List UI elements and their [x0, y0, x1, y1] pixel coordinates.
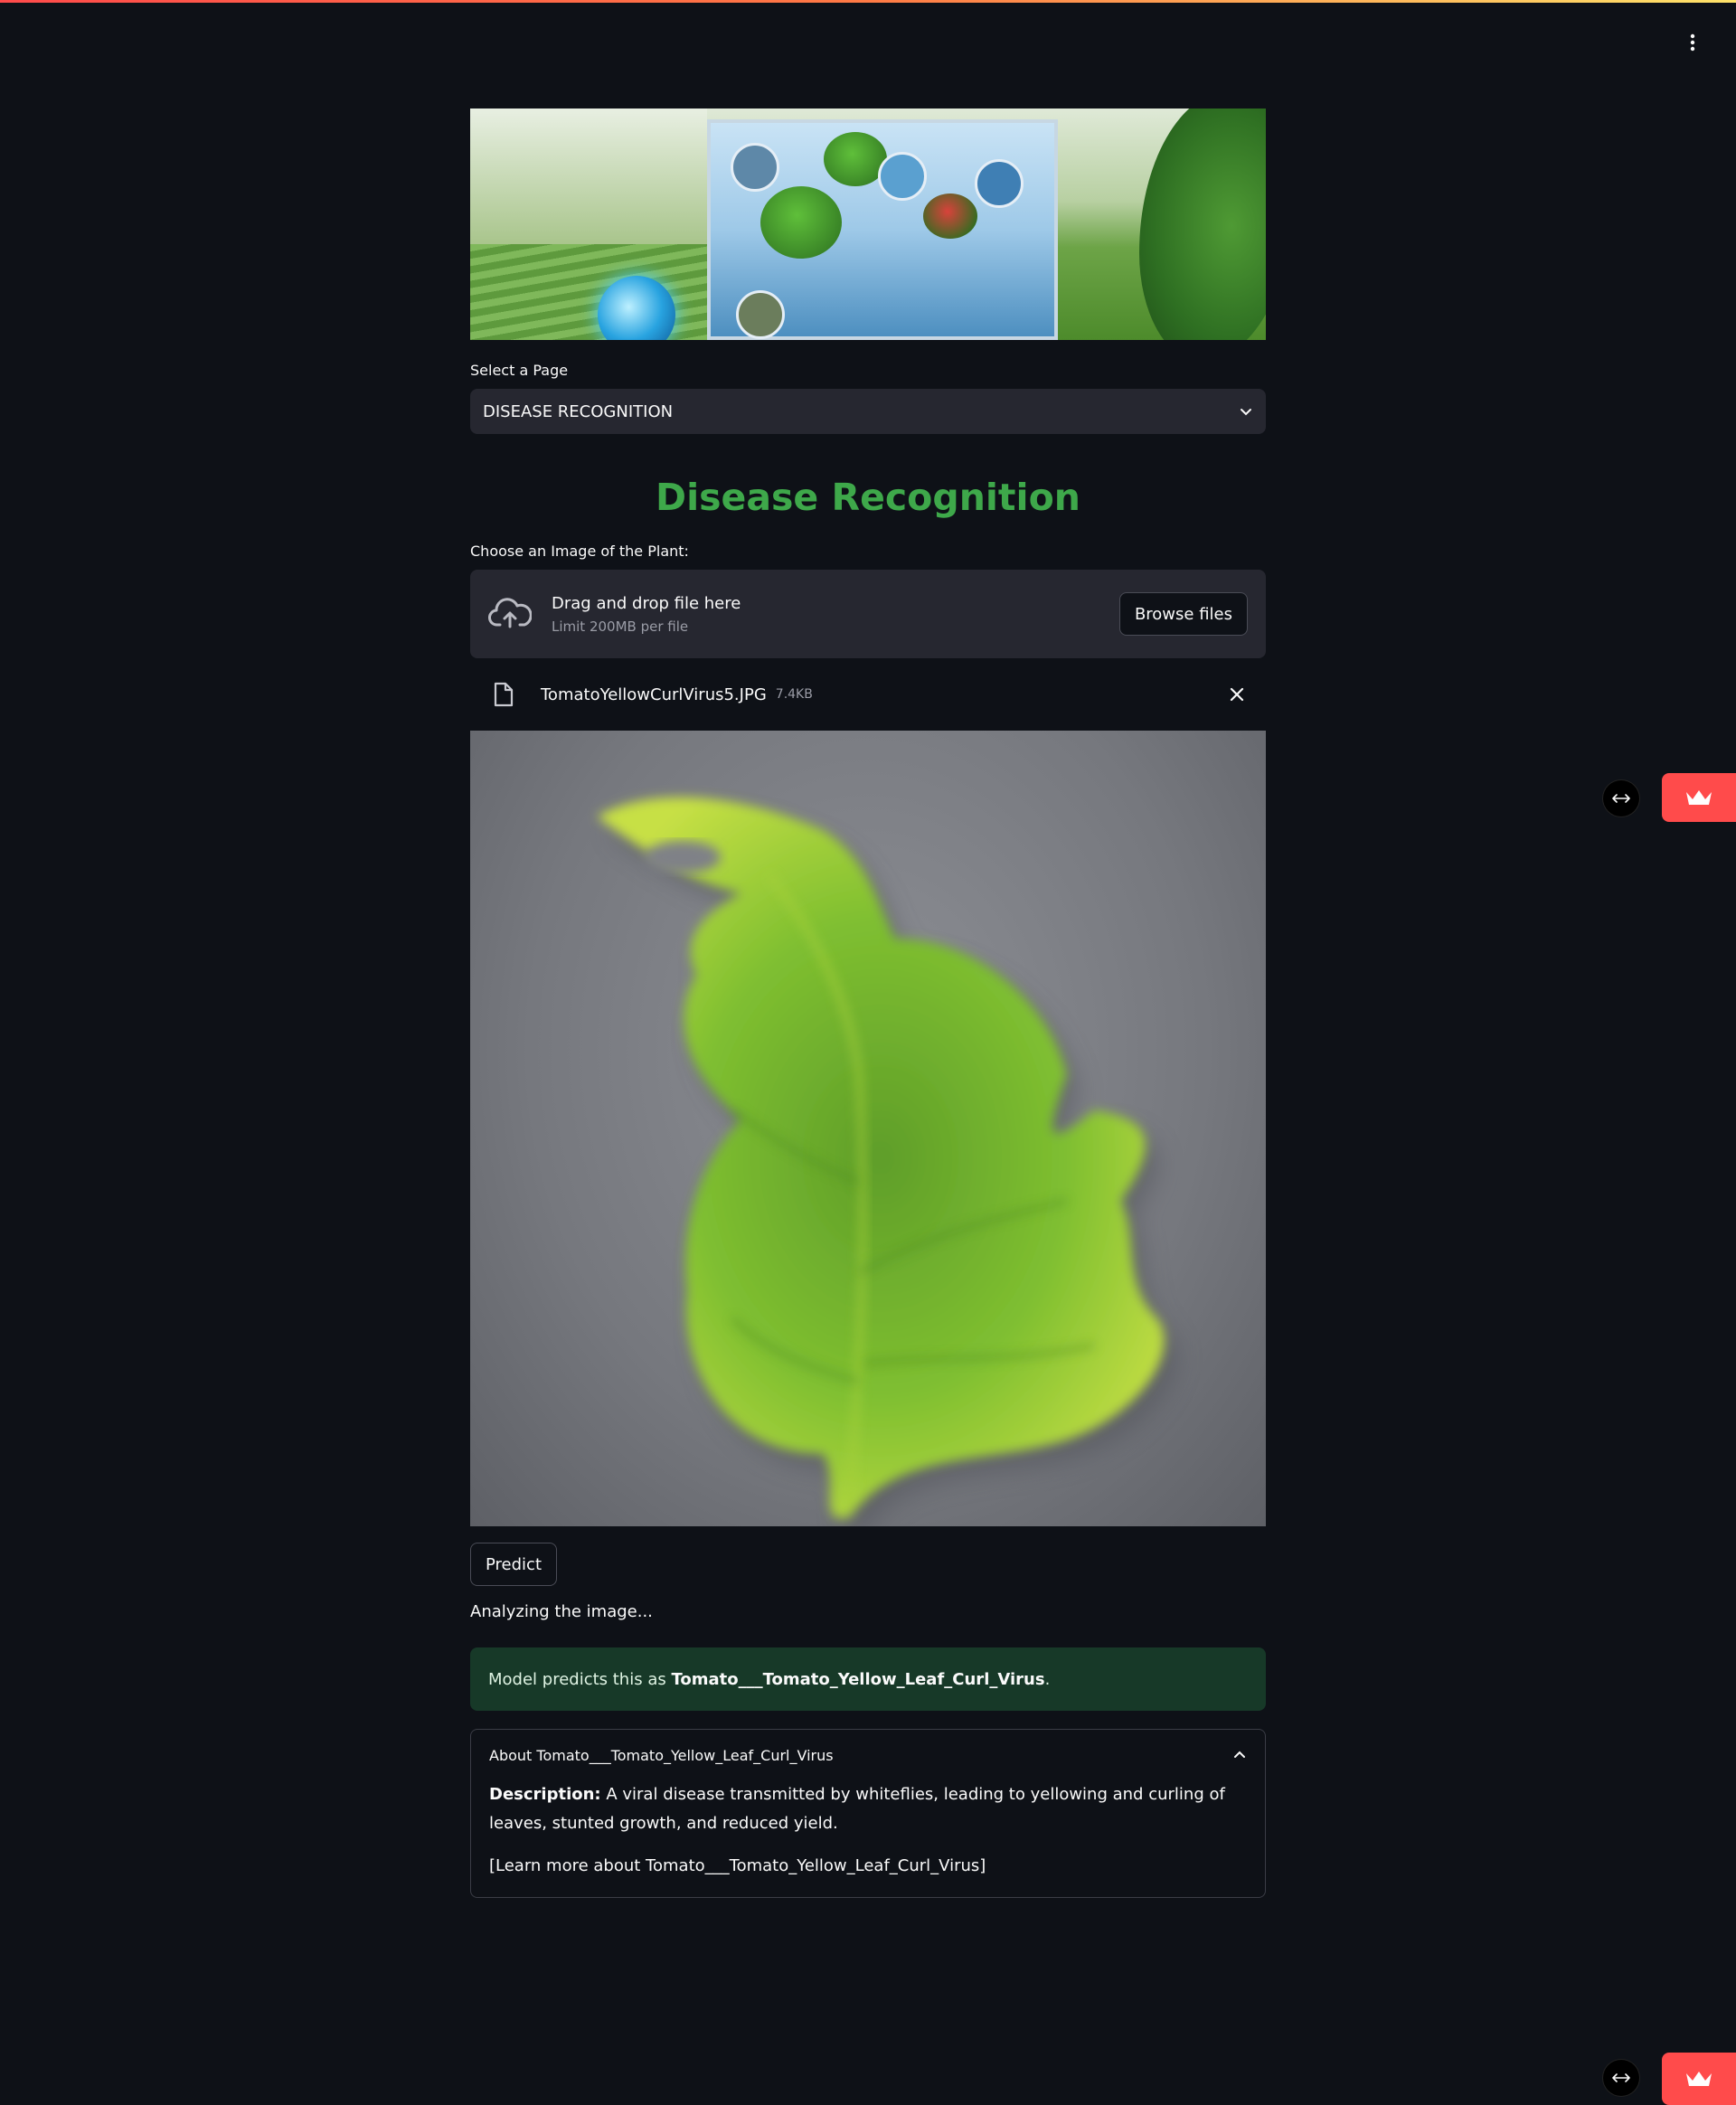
disease-info-expander: About Tomato___Tomato_Yellow_Leaf_Curl_V…	[470, 1729, 1266, 1898]
result-prefix: Model predicts this as	[488, 1669, 672, 1689]
expand-width-button[interactable]	[1603, 780, 1639, 817]
prediction-result-alert: Model predicts this as Tomato___Tomato_Y…	[470, 1647, 1266, 1711]
chevron-down-icon	[1241, 409, 1251, 416]
resize-arrows-icon	[1612, 2073, 1630, 2082]
page-select-label: Select a Page	[470, 362, 569, 379]
banner-screen	[707, 119, 1058, 340]
predict-button[interactable]: Predict	[470, 1543, 557, 1586]
learn-more-link[interactable]: [Learn more about Tomato___Tomato_Yellow…	[489, 1856, 1247, 1875]
page-select-dropdown[interactable]: DISEASE RECOGNITION	[470, 389, 1266, 434]
crown-icon	[1686, 2072, 1712, 2086]
kebab-menu-icon	[1690, 33, 1695, 52]
uploaded-leaf-image	[470, 731, 1266, 1526]
expander-title: About Tomato___Tomato_Yellow_Leaf_Curl_V…	[489, 1746, 834, 1764]
cloud-upload-icon	[488, 598, 532, 628]
page-title: Disease Recognition	[656, 476, 1080, 519]
browse-files-button[interactable]: Browse files	[1118, 592, 1248, 636]
close-icon	[1230, 687, 1244, 702]
uploaded-file-row: TomatoYellowCurlVirus5.JPG 7.4KB	[470, 658, 1266, 731]
main-content: Select a Page DISEASE RECOGNITION Diseas…	[470, 109, 1266, 1898]
resize-arrows-icon	[1612, 794, 1630, 803]
streamlit-cloud-badge[interactable]	[1662, 773, 1736, 822]
expander-header[interactable]: About Tomato___Tomato_Yellow_Leaf_Curl_V…	[489, 1730, 1247, 1780]
description-label: Description:	[489, 1785, 601, 1804]
chevron-up-icon	[1234, 1751, 1245, 1758]
remove-file-button[interactable]	[1224, 682, 1250, 707]
main-menu-button[interactable]	[1680, 27, 1705, 58]
uploaded-file-name: TomatoYellowCurlVirus5.JPG	[541, 684, 767, 704]
top-decoration-bar	[0, 0, 1736, 3]
file-dropzone[interactable]: Drag and drop file here Limit 200MB per …	[470, 570, 1266, 658]
page-select-value: DISEASE RECOGNITION	[483, 401, 674, 421]
disease-description: Description: A viral disease transmitted…	[489, 1780, 1247, 1838]
expand-width-button-bottom[interactable]	[1603, 2060, 1639, 2096]
dropzone-limit: Limit 200MB per file	[552, 618, 689, 635]
status-text: Analyzing the image...	[470, 1602, 653, 1621]
uploaded-file-size: 7.4KB	[775, 687, 813, 702]
crown-icon	[1686, 790, 1712, 805]
streamlit-cloud-badge-bottom[interactable]	[1662, 2053, 1736, 2105]
predicted-class: Tomato___Tomato_Yellow_Leaf_Curl_Virus	[671, 1669, 1045, 1689]
header-banner-image	[470, 109, 1266, 340]
result-suffix: .	[1044, 1669, 1051, 1689]
uploader-label: Choose an Image of the Plant:	[470, 543, 689, 560]
dropzone-instruction: Drag and drop file here	[552, 593, 741, 613]
file-icon	[494, 682, 514, 707]
